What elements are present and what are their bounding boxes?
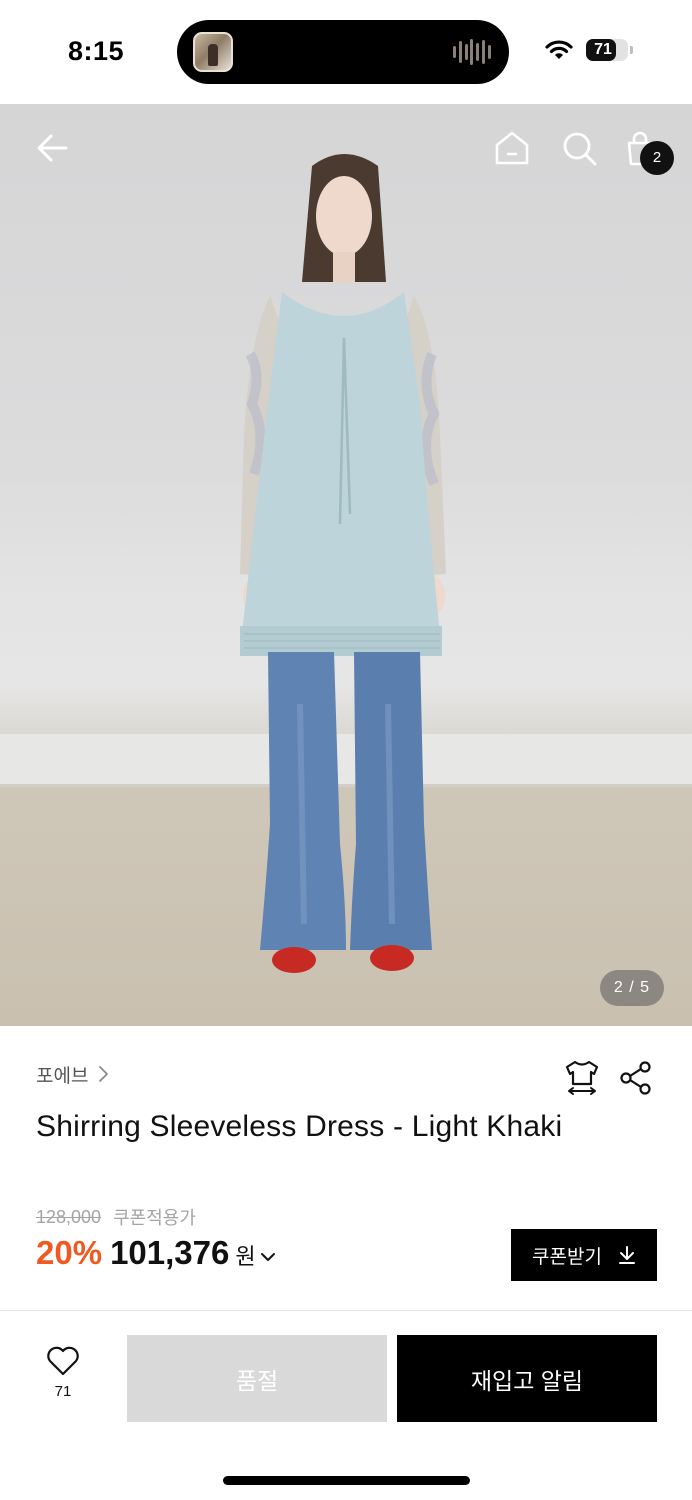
sold-out-button[interactable]: 품절	[127, 1335, 387, 1422]
get-coupon-button[interactable]: 쿠폰받기	[511, 1229, 657, 1281]
search-button[interactable]	[557, 126, 601, 170]
now-playing-thumbnail[interactable]	[193, 32, 233, 72]
home-icon	[495, 131, 529, 165]
home-button[interactable]	[490, 126, 534, 170]
like-button[interactable]: 71	[36, 1346, 90, 1414]
sale-price: 101,376	[110, 1234, 230, 1271]
back-arrow-icon	[37, 134, 68, 162]
download-icon	[618, 1246, 635, 1264]
chevron-down-icon[interactable]	[260, 1251, 276, 1263]
battery-nub	[630, 46, 633, 54]
like-count: 71	[54, 1383, 72, 1400]
wifi-icon	[545, 40, 573, 59]
home-indicator[interactable]	[223, 1476, 470, 1485]
restock-alert-button[interactable]: 재입고 알림	[397, 1335, 657, 1422]
battery-level-text: 71	[594, 41, 612, 58]
cart-count-badge: 2	[640, 141, 674, 175]
gallery-top-nav	[0, 104, 692, 194]
audio-waveform-icon	[453, 38, 491, 66]
currency-unit: 원	[235, 1244, 256, 1269]
coupon-price-label: 쿠폰적용가	[113, 1208, 196, 1228]
dynamic-island[interactable]	[177, 20, 509, 84]
brand-link[interactable]: 포에브	[36, 1060, 110, 1088]
heart-icon	[47, 1346, 79, 1376]
chevron-right-icon	[99, 1066, 109, 1082]
share-icon[interactable]	[618, 1060, 654, 1096]
sale-price-row[interactable]: 20% 101,376 원	[36, 1234, 276, 1276]
back-button[interactable]	[30, 126, 74, 170]
product-title: Shirring Sleeveless Dress - Light Khaki	[36, 1110, 563, 1143]
original-price-row: 128,000 쿠폰적용가	[36, 1204, 196, 1230]
original-price: 128,000	[36, 1206, 102, 1227]
discount-rate: 20%	[36, 1234, 103, 1271]
battery-icon: 71	[586, 39, 633, 61]
status-bar: 8:15 71	[0, 0, 692, 104]
product-photo[interactable]	[0, 104, 692, 1026]
search-icon	[563, 132, 597, 166]
status-icons: 71	[544, 38, 633, 62]
divider	[0, 1310, 692, 1311]
get-coupon-label: 쿠폰받기	[532, 1246, 602, 1268]
gallery-page-indicator: 2 / 5	[600, 970, 664, 1006]
brand-name: 포에브	[36, 1065, 89, 1087]
size-fit-icon[interactable]	[564, 1058, 600, 1096]
status-time: 8:15	[68, 36, 125, 66]
product-image-gallery[interactable]: 2 / 5	[0, 104, 692, 1026]
